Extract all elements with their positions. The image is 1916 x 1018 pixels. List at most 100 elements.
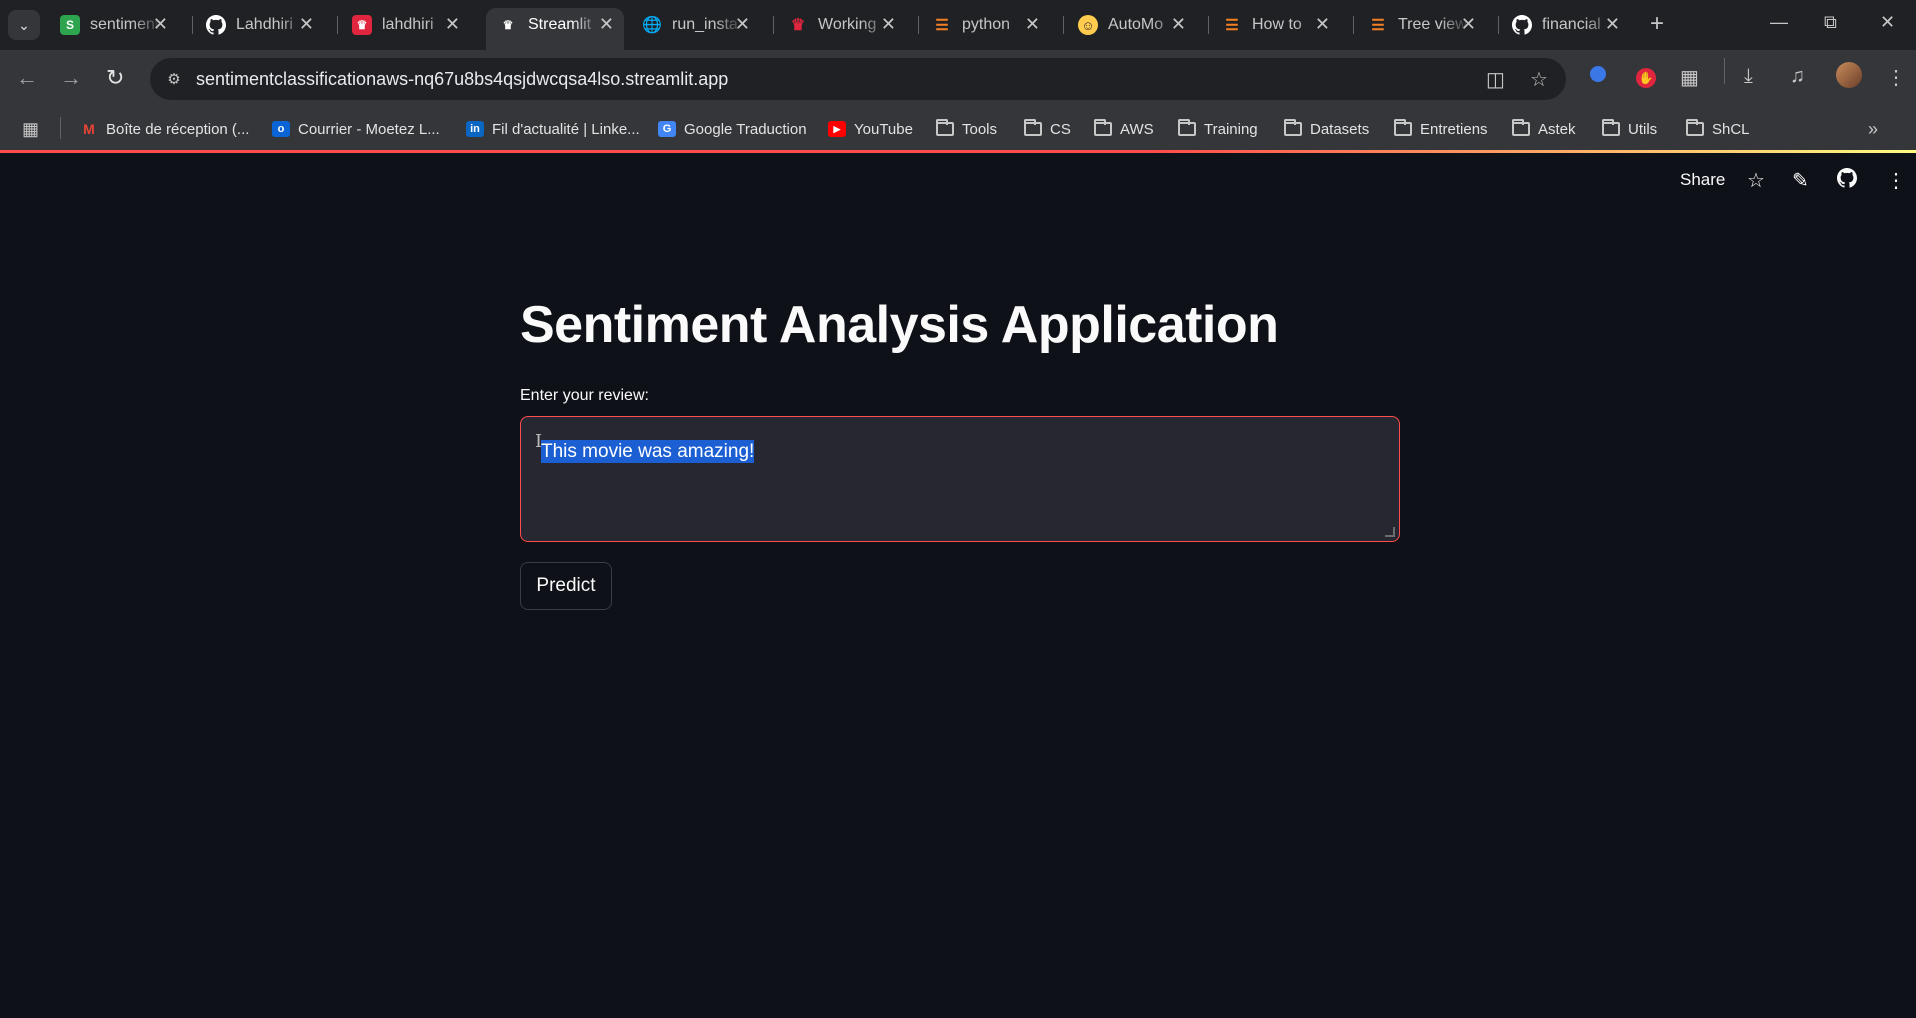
tab-tree-view[interactable]: ☰ Tree view ✕ <box>1356 8 1486 42</box>
bookmark-folder-tools[interactable]: Tools <box>936 118 997 140</box>
bookmark-youtube[interactable]: ▶ YouTube <box>828 118 913 140</box>
tab-lahdhiri-github[interactable]: Lahdhiri ✕ <box>194 8 324 42</box>
predict-button[interactable]: Predict <box>520 562 612 610</box>
bookmark-label: Courrier - Moetez L... <box>298 120 440 138</box>
back-button[interactable]: ← <box>16 64 38 92</box>
reload-button[interactable]: ↻ <box>106 64 124 92</box>
bookmark-folder-training[interactable]: Training <box>1178 118 1258 140</box>
resize-handle[interactable] <box>1385 527 1395 537</box>
bookmark-star-icon[interactable]: ☆ <box>1530 67 1548 92</box>
folder-icon <box>1394 119 1412 136</box>
tab-strip: ⌄ S sentiment ✕ Lahdhiri ✕ ♛ lahdhiri ✕ … <box>0 0 1916 50</box>
close-icon[interactable]: ✕ <box>299 14 314 35</box>
bookmark-folder-entretiens[interactable]: Entretiens <box>1394 118 1488 140</box>
extension-hand-icon[interactable]: ✋ <box>1636 65 1656 88</box>
minimize-button[interactable]: — <box>1770 12 1788 33</box>
restore-button[interactable]: ⧉ <box>1824 12 1837 33</box>
huggingface-icon: ☺ <box>1078 15 1098 35</box>
install-app-icon[interactable]: ◫ <box>1486 67 1505 92</box>
close-icon[interactable]: ✕ <box>1025 14 1040 35</box>
site-info-icon[interactable]: ⚙ <box>162 67 186 91</box>
tab-lahdhiri-streamlit[interactable]: ♛ lahdhiri ✕ <box>340 8 470 42</box>
address-bar[interactable]: ⚙ sentimentclassificationaws-nq67u8bs4qs… <box>150 58 1566 100</box>
bookmark-folder-utils[interactable]: Utils <box>1602 118 1657 140</box>
bookmark-label: Fil d'actualité | Linke... <box>492 120 640 138</box>
close-icon[interactable]: ✕ <box>881 14 896 35</box>
tab-divider <box>1063 16 1064 34</box>
close-icon[interactable]: ✕ <box>1461 14 1476 35</box>
tab-divider <box>1208 16 1209 34</box>
tab-automo[interactable]: ☺ AutoMo ✕ <box>1066 8 1196 42</box>
more-menu-icon[interactable]: ⋮ <box>1886 168 1906 193</box>
bookmark-folder-datasets[interactable]: Datasets <box>1284 118 1369 140</box>
bookmark-folder-shcl[interactable]: ShCL <box>1686 118 1750 140</box>
star-icon[interactable]: ☆ <box>1747 168 1765 193</box>
tab-streamlit-active[interactable]: ♛ Streamlit ✕ <box>486 8 624 50</box>
bookmark-gmail[interactable]: M Boîte de réception (... <box>80 118 249 140</box>
tab-title: Streamlit <box>528 16 592 33</box>
review-textarea[interactable]: I This movie was amazing! <box>520 416 1400 542</box>
bookmarks-overflow-button[interactable]: » <box>1868 118 1878 140</box>
github-icon[interactable] <box>1837 168 1858 194</box>
tab-run-insta[interactable]: 🌐 run_insta ✕ <box>630 8 760 42</box>
more-menu-icon[interactable]: ⋮ <box>1886 65 1906 90</box>
address-url[interactable]: sentimentclassificationaws-nq67u8bs4qsjd… <box>196 69 728 90</box>
share-button[interactable]: Share <box>1680 170 1725 190</box>
folder-icon <box>1602 119 1620 136</box>
edit-pencil-icon[interactable]: ✎ <box>1792 168 1809 193</box>
tab-title: sentiment <box>90 16 160 33</box>
chevron-down-icon: ⌄ <box>18 16 30 33</box>
bookmark-folder-aws[interactable]: AWS <box>1094 118 1154 140</box>
stackoverflow-icon: ☰ <box>935 17 949 34</box>
bookmark-label: AWS <box>1120 120 1154 138</box>
close-icon[interactable]: ✕ <box>735 14 750 35</box>
new-tab-button[interactable]: + <box>1650 12 1664 36</box>
avatar[interactable] <box>1836 62 1862 94</box>
extensions-puzzle-icon[interactable]: ▦ <box>1680 65 1699 90</box>
tab-divider <box>1498 16 1499 34</box>
toolbar-divider <box>1724 58 1725 84</box>
extension-blue-icon[interactable] <box>1590 65 1606 88</box>
crown-icon: ♛ <box>790 17 806 34</box>
forward-button[interactable]: → <box>60 64 82 92</box>
bookmark-folder-astek[interactable]: Astek <box>1512 118 1576 140</box>
restore-icon: ⧉ <box>1824 12 1837 32</box>
close-icon[interactable]: ✕ <box>599 14 614 35</box>
tab-how-to[interactable]: ☰ How to ✕ <box>1210 8 1340 42</box>
tab-python[interactable]: ☰ python ✕ <box>920 8 1050 42</box>
media-control-icon[interactable]: ♫ <box>1790 65 1805 88</box>
bookmark-label: Training <box>1204 120 1258 138</box>
download-icon[interactable]: ⤓ <box>1744 65 1753 88</box>
apps-button[interactable]: ▦ <box>22 118 39 140</box>
streamlit-green-icon: S <box>60 15 80 35</box>
stackoverflow-icon: ☰ <box>1225 17 1239 34</box>
tab-sentiment[interactable]: S sentiment ✕ <box>48 8 178 42</box>
stackoverflow-icon: ☰ <box>1371 17 1385 34</box>
bookmark-outlook[interactable]: o Courrier - Moetez L... <box>272 118 440 140</box>
bookmark-label: YouTube <box>854 120 913 138</box>
outlook-icon: o <box>272 121 290 137</box>
bookmark-linkedin[interactable]: in Fil d'actualité | Linke... <box>466 118 640 140</box>
streamlit-crown-icon: ♛ <box>502 18 514 32</box>
folder-icon <box>1512 119 1530 136</box>
github-icon <box>1512 15 1532 35</box>
bookmark-folder-cs[interactable]: CS <box>1024 118 1071 140</box>
close-icon[interactable]: ✕ <box>1171 14 1186 35</box>
arrow-right-icon: → <box>60 65 82 90</box>
close-icon[interactable]: ✕ <box>153 14 168 35</box>
tab-title: How to <box>1252 16 1302 33</box>
tab-search-button[interactable]: ⌄ <box>8 10 40 40</box>
close-icon[interactable]: ✕ <box>1605 14 1620 35</box>
close-icon[interactable]: ✕ <box>445 14 460 35</box>
tab-title: AutoMo <box>1108 16 1164 33</box>
tab-title: Lahdhiri <box>236 16 293 33</box>
review-text-value[interactable]: This movie was amazing! <box>541 440 755 463</box>
tab-working[interactable]: ♛ Working ✕ <box>776 8 906 42</box>
bookmark-google-translate[interactable]: G Google Traduction <box>658 118 807 140</box>
folder-icon <box>936 119 954 136</box>
close-window-button[interactable]: ✕ <box>1880 12 1895 33</box>
apps-grid-icon: ▦ <box>22 118 40 139</box>
close-icon[interactable]: ✕ <box>1315 14 1330 35</box>
tab-financial[interactable]: financial ✕ <box>1500 8 1630 42</box>
bookmark-label: Tools <box>962 120 998 138</box>
